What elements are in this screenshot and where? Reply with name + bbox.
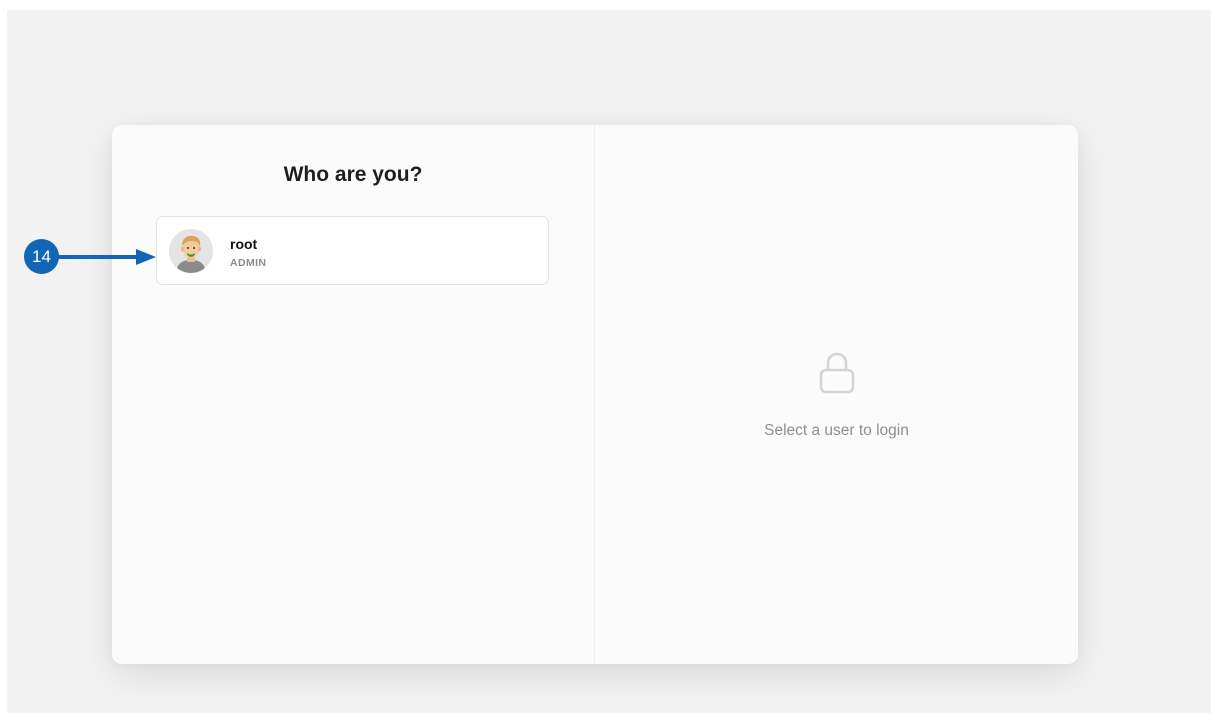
annotation-marker: 14 (24, 239, 59, 274)
user-card-root[interactable]: root ADMIN (156, 216, 549, 285)
user-avatar-icon (169, 229, 213, 273)
user-selection-pane: Who are you? root ADMIN (112, 125, 595, 664)
page-title: Who are you? (283, 163, 423, 186)
user-name: root (230, 236, 258, 252)
page-background: Who are you? root ADMIN Select a user to… (7, 10, 1211, 713)
user-role-badge: ADMIN (230, 257, 267, 269)
login-detail-pane: Select a user to login (595, 125, 1078, 664)
lock-icon (811, 347, 863, 399)
login-dialog: Who are you? root ADMIN Select a user to… (112, 125, 1078, 664)
empty-state-message: Select a user to login (764, 422, 909, 439)
annotation-arrow-icon (58, 244, 158, 270)
